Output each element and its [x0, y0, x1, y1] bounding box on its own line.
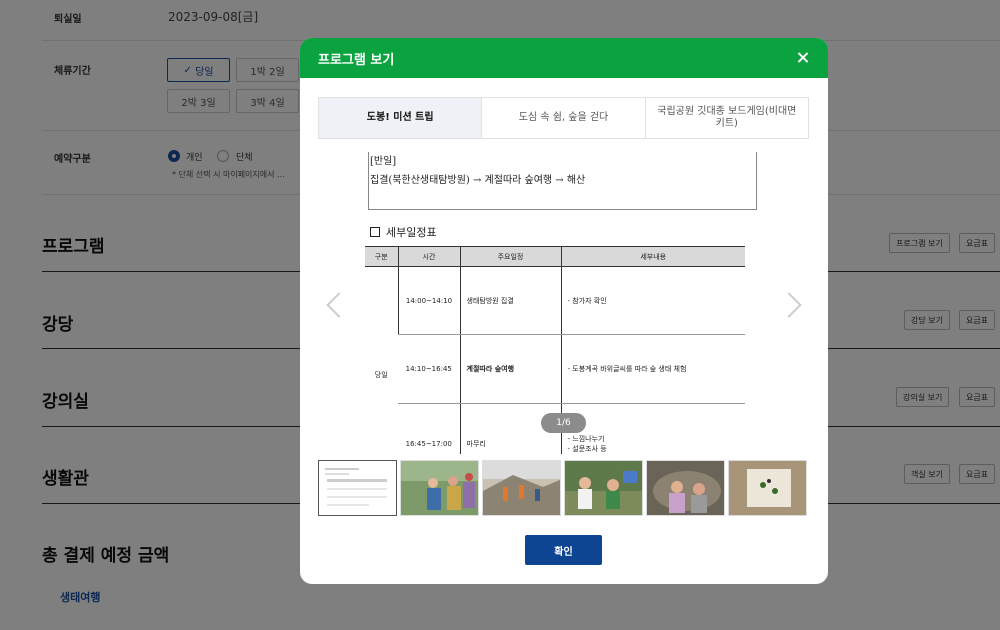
photo-thumbnail-image	[483, 461, 560, 515]
thumbnail-2[interactable]	[400, 460, 479, 516]
table-row: 14:10~16:45 계절따라 숲여행 - 도봉계곡 바위글씨를 따라 숲 생…	[365, 334, 745, 404]
image-viewer: [반일] 집결(북한산생태탐방원) → 계절따라 숲여행 → 해산 세부일정표 …	[318, 152, 809, 454]
next-arrow-icon[interactable]	[784, 290, 806, 320]
table-cell: 14:10~16:45	[398, 334, 460, 404]
table-cell: 16:45~17:00	[398, 403, 460, 454]
checkbox-square-icon	[370, 227, 380, 237]
doc-text-halfday: [반일]	[370, 156, 397, 167]
table-cell-day: 당일	[374, 371, 388, 380]
modal-header: 프로그램 보기	[300, 38, 828, 78]
program-tabs: 도봉! 미션 트립 도심 속 쉼, 숲을 걷다 국립공원 깃대종 보드게임(비대…	[318, 97, 809, 139]
close-icon[interactable]	[794, 49, 812, 67]
table-cell: - 참가자 확인	[560, 266, 745, 335]
table-row: 당일 14:00~14:10 생태탐방원 집결 - 참가자 확인	[365, 266, 745, 379]
thumbnail-5[interactable]	[646, 460, 725, 516]
thumbnail-3[interactable]	[482, 460, 561, 516]
table-header: 구분	[365, 246, 398, 267]
table-cell: - 도봉계곡 바위글씨를 따라 숲 생태 체험	[560, 334, 745, 404]
schedule-title: 세부일정표	[370, 224, 437, 240]
table-header: 세부내용	[560, 246, 745, 267]
table-header: 주요일정	[459, 246, 561, 267]
table-cell: 생태탐방원 집결	[459, 266, 561, 335]
thumbnail-6[interactable]	[728, 460, 807, 516]
tab-board-game[interactable]: 국립공원 깃대종 보드게임(비대면 키트)	[644, 98, 808, 138]
table-cell: 계절따라 숲여행	[459, 334, 561, 404]
prev-arrow-icon[interactable]	[322, 290, 344, 320]
schedule-title-text: 세부일정표	[386, 226, 437, 239]
tab-dobong-mission-trip[interactable]: 도봉! 미션 트립	[319, 98, 482, 138]
modal-title: 프로그램 보기	[318, 52, 395, 68]
thumbnail-4[interactable]	[564, 460, 643, 516]
table-cell: 14:00~14:10	[397, 266, 460, 335]
tab-forest-walk[interactable]: 도심 속 쉼, 숲을 걷다	[481, 98, 644, 138]
doc-text-route: 집결(북한산생태탐방원) → 계절따라 숲여행 → 해산	[370, 175, 586, 186]
thumbnail-strip	[318, 460, 807, 516]
photo-thumbnail-image	[401, 461, 478, 515]
slide-counter: 1/6	[541, 413, 586, 433]
confirm-button[interactable]: 확인	[525, 535, 602, 565]
table-header: 시간	[397, 246, 460, 267]
table-cell: - 느낌나누기 - 설문조사 등	[560, 403, 745, 454]
photo-thumbnail-image	[565, 461, 642, 515]
thumbnail-1[interactable]	[318, 460, 397, 516]
program-modal: 프로그램 보기 도봉! 미션 트립 도심 속 쉼, 숲을 걷다 국립공원 깃대종…	[300, 38, 828, 584]
document-thumbnail-image	[319, 461, 396, 515]
photo-thumbnail-image	[729, 461, 806, 515]
photo-thumbnail-image	[647, 461, 724, 515]
